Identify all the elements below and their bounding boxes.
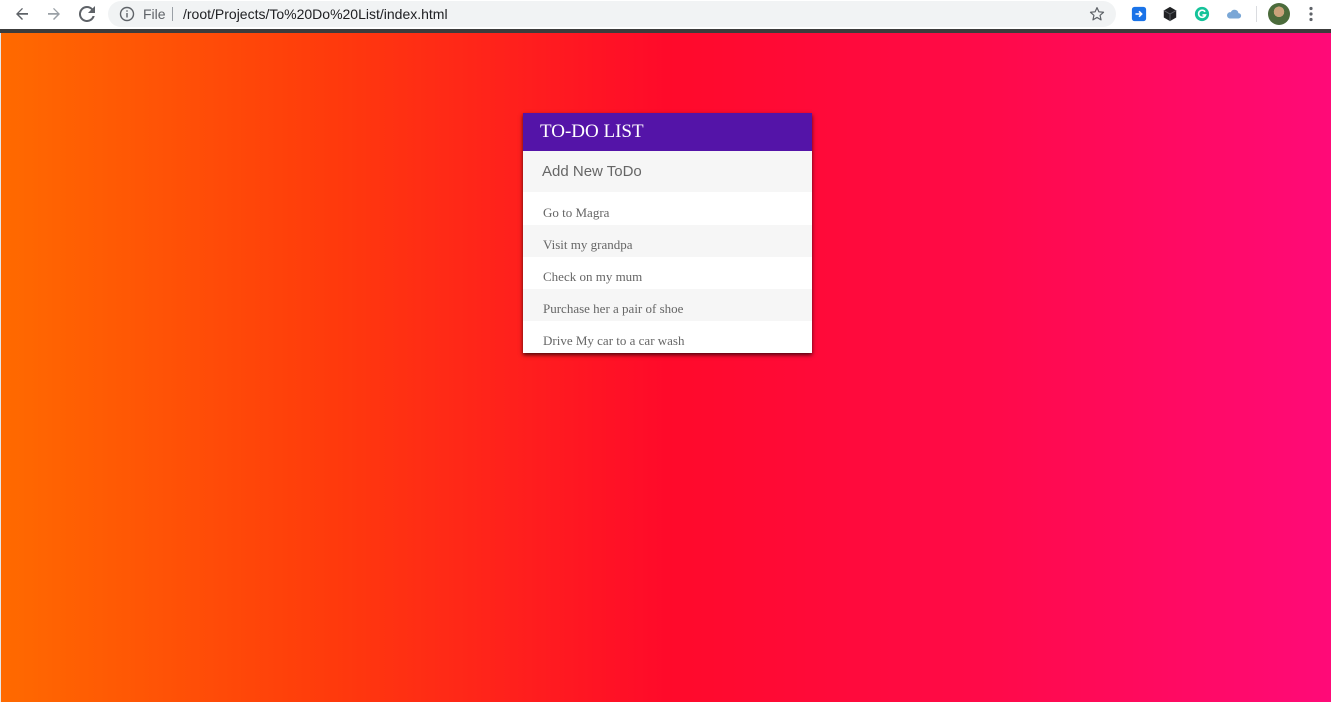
address-separator: [172, 7, 173, 21]
extension-cloud-icon[interactable]: [1225, 5, 1243, 23]
address-bar[interactable]: File /root/Projects/To%20Do%20List/index…: [108, 1, 1116, 27]
reload-icon[interactable]: [76, 3, 98, 25]
back-arrow-icon[interactable]: [11, 3, 33, 25]
todo-item[interactable]: Purchase her a pair of shoe: [523, 289, 812, 321]
info-icon[interactable]: [119, 6, 135, 22]
forward-arrow-icon[interactable]: [43, 3, 65, 25]
extension-share-icon[interactable]: [1130, 5, 1148, 23]
toolbar-divider: [1256, 6, 1257, 22]
todo-title: TO-DO LIST: [523, 113, 812, 151]
browser-toolbar: File /root/Projects/To%20Do%20List/index…: [0, 0, 1331, 29]
extension-cube-icon[interactable]: [1161, 5, 1179, 23]
todo-card: TO-DO LIST Go to Magra Visit my grandpa …: [523, 113, 812, 353]
extension-grammarly-icon[interactable]: [1193, 5, 1211, 23]
todo-item[interactable]: Visit my grandpa: [523, 225, 812, 257]
file-scheme-label: File: [143, 6, 166, 22]
page-background: TO-DO LIST Go to Magra Visit my grandpa …: [0, 33, 1331, 702]
todo-item[interactable]: Go to Magra: [523, 193, 812, 225]
todo-item[interactable]: Check on my mum: [523, 257, 812, 289]
profile-avatar[interactable]: [1268, 3, 1290, 25]
new-todo-input[interactable]: [523, 151, 812, 192]
todo-list: Go to Magra Visit my grandpa Check on my…: [523, 192, 812, 353]
more-vertical-icon[interactable]: [1302, 5, 1320, 23]
star-icon[interactable]: [1088, 5, 1106, 23]
todo-item[interactable]: Drive My car to a car wash: [523, 321, 812, 353]
url-text[interactable]: /root/Projects/To%20Do%20List/index.html: [183, 6, 448, 22]
